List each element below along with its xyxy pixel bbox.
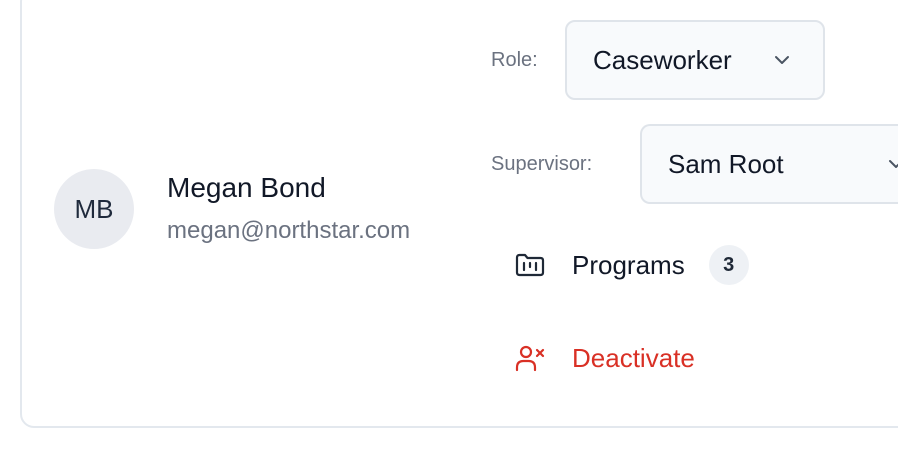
programs-link[interactable]: Programs 3 xyxy=(514,245,749,285)
avatar-initials: MB xyxy=(74,193,114,224)
user-name: Megan Bond xyxy=(167,172,326,203)
role-label: Role: xyxy=(491,49,538,71)
programs-count-badge: 3 xyxy=(708,245,749,285)
avatar: MB xyxy=(54,169,134,249)
folder-kanban-icon xyxy=(514,249,546,281)
programs-label: Programs xyxy=(572,249,685,280)
deactivate-label: Deactivate xyxy=(572,342,695,373)
supervisor-label: Supervisor: xyxy=(491,153,593,175)
supervisor-value: Sam Root xyxy=(668,148,784,179)
user-email: megan@northstar.com xyxy=(167,217,411,244)
user-x-icon xyxy=(514,342,546,374)
role-select[interactable]: Caseworker xyxy=(565,20,825,100)
role-value: Caseworker xyxy=(593,44,732,75)
deactivate-button[interactable]: Deactivate xyxy=(514,342,695,374)
chevron-down-icon xyxy=(772,50,792,70)
supervisor-select[interactable]: Sam Root xyxy=(640,124,898,204)
chevron-down-icon xyxy=(886,154,898,174)
